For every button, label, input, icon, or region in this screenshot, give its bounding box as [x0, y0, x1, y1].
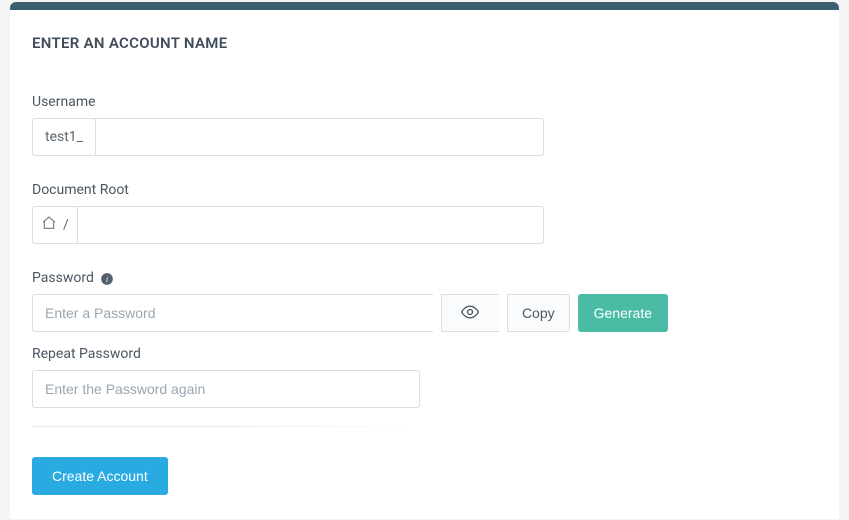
copy-button[interactable]: Copy: [507, 294, 570, 332]
document-root-input[interactable]: [77, 206, 544, 244]
path-separator: /: [63, 217, 69, 233]
toggle-password-visibility-button[interactable]: [441, 294, 499, 332]
password-input[interactable]: [32, 294, 433, 332]
form-card: ENTER AN ACCOUNT NAME Username test1_ Do…: [10, 10, 839, 519]
document-root-label: Document Root: [32, 182, 817, 198]
repeat-password-label: Repeat Password: [32, 346, 817, 362]
create-account-button[interactable]: Create Account: [32, 457, 168, 495]
password-label: Password i: [32, 270, 817, 286]
document-root-group: Document Root /: [32, 182, 817, 244]
username-input[interactable]: [95, 118, 544, 156]
info-icon[interactable]: i: [100, 272, 114, 286]
username-prefix: test1_: [32, 118, 95, 156]
username-group: Username test1_: [32, 94, 817, 156]
document-root-prefix: /: [32, 206, 77, 244]
home-icon: [41, 215, 57, 235]
top-accent-bar: [10, 2, 839, 10]
generate-button[interactable]: Generate: [578, 294, 668, 332]
repeat-password-input[interactable]: [32, 370, 420, 408]
repeat-password-group: Repeat Password: [32, 346, 817, 408]
username-label: Username: [32, 94, 817, 110]
eye-icon: [460, 302, 480, 325]
section-title: ENTER AN ACCOUNT NAME: [32, 34, 817, 52]
password-group: Password i: [32, 270, 817, 332]
divider: [32, 426, 424, 427]
